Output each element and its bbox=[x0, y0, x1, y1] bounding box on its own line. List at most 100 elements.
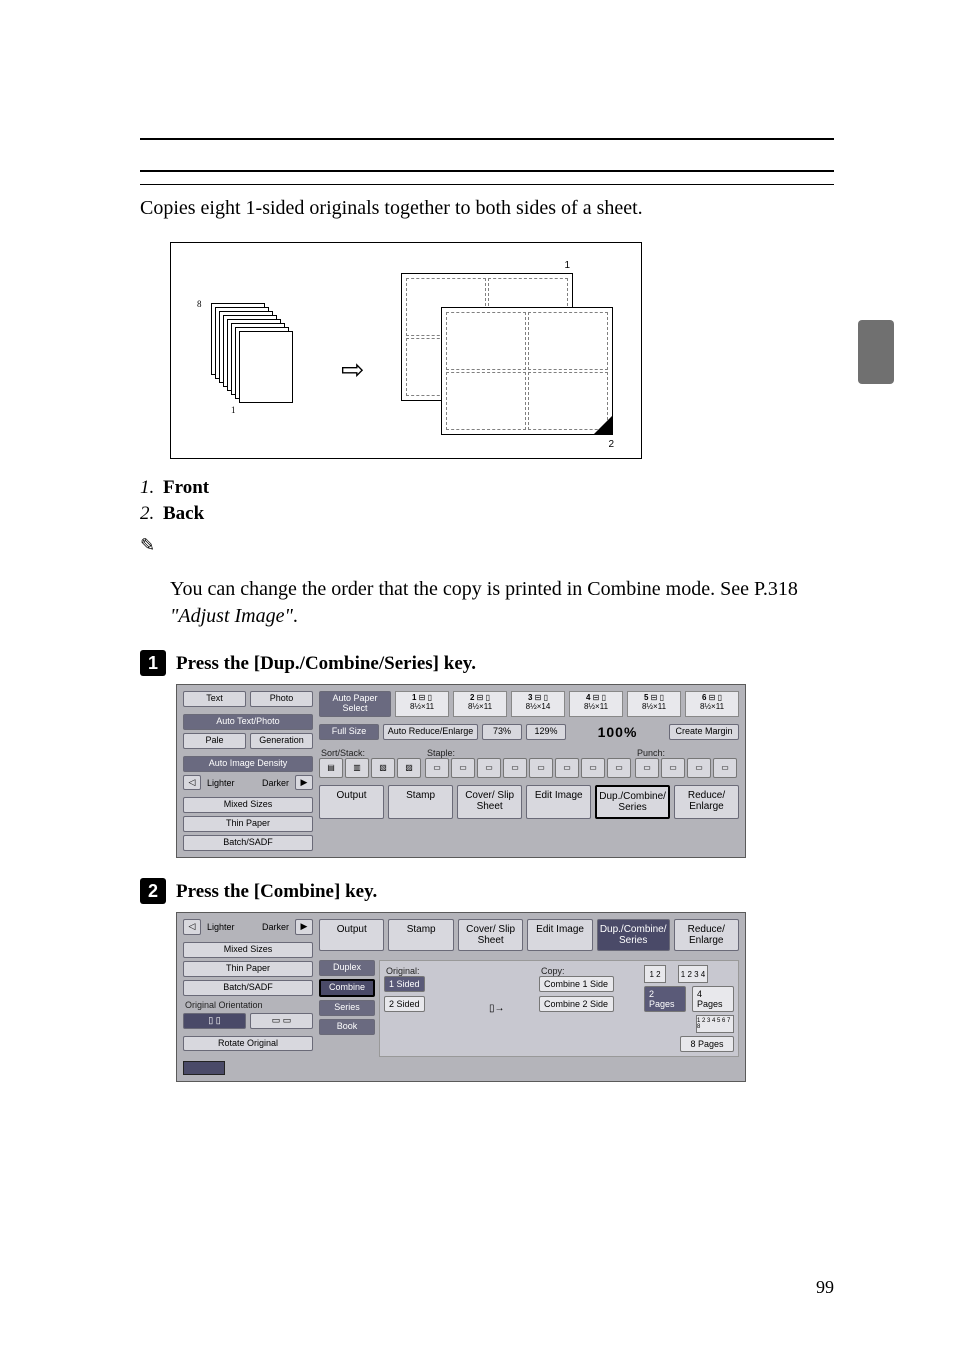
ss1-staple-1[interactable]: ▭ bbox=[425, 758, 449, 778]
step-1: 1 Press the [Dup./Combine/Series] key. bbox=[140, 650, 834, 676]
legend-list: 1. Front 2. Back bbox=[140, 477, 834, 525]
ss1-pct-73[interactable]: 73% bbox=[482, 724, 522, 740]
diagram-callout-back: 2 bbox=[608, 439, 614, 450]
ss1-punch-2[interactable]: ▭ bbox=[661, 758, 685, 778]
ss2-orient-2[interactable]: ▭ ▭ bbox=[250, 1013, 313, 1029]
ss2-tb-dup-combine-series[interactable]: Dup./Combine/ Series bbox=[597, 919, 670, 951]
ss2-pages-2[interactable]: 2 Pages bbox=[644, 986, 686, 1012]
note-text: You can change the order that the copy i… bbox=[170, 576, 834, 630]
ss1-auto-paper-select[interactable]: Auto Paper Select bbox=[319, 691, 391, 717]
ss1-tray-5[interactable]: 5 ⊟ ▯8½×11 bbox=[627, 691, 681, 717]
ss1-sort-2[interactable]: ▥ bbox=[345, 758, 369, 778]
ss1-staple-5[interactable]: ▭ bbox=[529, 758, 553, 778]
ss1-staple-8[interactable]: ▭ bbox=[607, 758, 631, 778]
ss1-auto-textphoto[interactable]: Auto Text/Photo bbox=[183, 714, 313, 730]
ss1-batch-sadf[interactable]: Batch/SADF bbox=[183, 835, 313, 851]
ss1-punch-1[interactable]: ▭ bbox=[635, 758, 659, 778]
ss2-mini-1234: 1 2 3 4 bbox=[678, 965, 708, 983]
ss1-sort-4[interactable]: ▨ bbox=[397, 758, 421, 778]
combine-diagram: 8 1 ⇨ 1 2 bbox=[170, 242, 642, 459]
ss1-tb-cover[interactable]: Cover/ Slip Sheet bbox=[457, 785, 522, 819]
ss1-staple-2[interactable]: ▭ bbox=[451, 758, 475, 778]
ss1-punch-label: Punch: bbox=[637, 748, 735, 758]
ss1-sort-1[interactable]: ▤ bbox=[319, 758, 343, 778]
ss2-mixed-sizes[interactable]: Mixed Sizes bbox=[183, 942, 313, 958]
ss1-tray-3[interactable]: 3 ⊟ ▯8½×14 bbox=[511, 691, 565, 717]
ss1-generation[interactable]: Generation bbox=[250, 733, 313, 749]
ss1-auto-reduce-enlarge[interactable]: Auto Reduce/Enlarge bbox=[383, 724, 478, 740]
ss1-tb-stamp[interactable]: Stamp bbox=[388, 785, 453, 819]
ss2-darker-arrow[interactable]: ▶ bbox=[295, 919, 313, 935]
ss1-pale[interactable]: Pale bbox=[183, 733, 246, 749]
ss1-tb-reduce-enlarge[interactable]: Reduce/ Enlarge bbox=[674, 785, 739, 819]
ss2-tab-combine[interactable]: Combine bbox=[319, 979, 375, 997]
heading-rule-mid bbox=[140, 170, 834, 172]
ss1-lighter-arrow[interactable]: ◁ bbox=[183, 775, 201, 791]
step-badge-2: 2 bbox=[140, 878, 166, 904]
ss2-tab-series[interactable]: Series bbox=[319, 1000, 375, 1016]
ss1-pct-129[interactable]: 129% bbox=[526, 724, 566, 740]
ss1-tray-4[interactable]: 4 ⊟ ▯8½×11 bbox=[569, 691, 623, 717]
ss1-tray-2[interactable]: 2 ⊟ ▯8½×11 bbox=[453, 691, 507, 717]
ss1-sort-3[interactable]: ▧ bbox=[371, 758, 395, 778]
ss2-lighter-arrow[interactable]: ◁ bbox=[183, 919, 201, 935]
ss2-mini-12: 1 2 bbox=[644, 965, 666, 983]
ss2-orient-1[interactable]: ▯ ▯ bbox=[183, 1013, 246, 1029]
ss1-auto-density[interactable]: Auto Image Density bbox=[183, 756, 313, 772]
ss2-orig-2sided[interactable]: 2 Sided bbox=[384, 996, 425, 1012]
heading-rule-top bbox=[140, 138, 834, 140]
ss2-copy-combine1[interactable]: Combine 1 Side bbox=[539, 976, 614, 992]
page-number: 99 bbox=[816, 1277, 834, 1298]
intro-text: Copies eight 1-sided originals together … bbox=[140, 195, 834, 222]
ss2-pages-8[interactable]: 8 Pages bbox=[680, 1036, 734, 1052]
ss1-staple-label: Staple: bbox=[427, 748, 629, 758]
ss1-pct-100: 100% bbox=[570, 724, 665, 740]
ss1-tb-output[interactable]: Output bbox=[319, 785, 384, 819]
ss2-tab-duplex[interactable]: Duplex bbox=[319, 960, 375, 976]
ss1-sort-label: Sort/Stack: bbox=[321, 748, 419, 758]
stack-label-bottom: 1 bbox=[231, 405, 236, 415]
ss2-copy-combine2[interactable]: Combine 2 Side bbox=[539, 996, 614, 1012]
ss1-full-size[interactable]: Full Size bbox=[319, 724, 379, 740]
ss2-tb-reduce-enlarge[interactable]: Reduce/ Enlarge bbox=[674, 919, 739, 951]
ss1-staple-3[interactable]: ▭ bbox=[477, 758, 501, 778]
ss2-rotate-original[interactable]: Rotate Original bbox=[183, 1036, 313, 1052]
ss1-tb-dup-combine-series[interactable]: Dup./Combine/ Series bbox=[595, 785, 670, 819]
ss1-punch-4[interactable]: ▭ bbox=[713, 758, 737, 778]
ss1-punch-3[interactable]: ▭ bbox=[687, 758, 711, 778]
heading-rule-bottom bbox=[140, 184, 834, 185]
ss2-tb-cover[interactable]: Cover/ Slip Sheet bbox=[458, 919, 523, 951]
ss2-mini-8: 1 2 3 4 5 6 7 8 bbox=[696, 1015, 734, 1033]
ss2-bottom-tab[interactable] bbox=[183, 1061, 225, 1075]
ss2-pages-4[interactable]: 4 Pages bbox=[692, 986, 734, 1012]
ss2-original-label: Original: bbox=[386, 966, 457, 976]
ss1-create-margin[interactable]: Create Margin bbox=[669, 724, 739, 740]
ss2-tab-book[interactable]: Book bbox=[319, 1019, 375, 1035]
ss1-staple-4[interactable]: ▭ bbox=[503, 758, 527, 778]
stack-label-top: 8 bbox=[197, 299, 202, 309]
ss1-tray-1[interactable]: 1 ⊟ ▯8½×11 bbox=[395, 691, 449, 717]
ss2-tb-edit[interactable]: Edit Image bbox=[527, 919, 592, 951]
ss2-tb-stamp[interactable]: Stamp bbox=[388, 919, 453, 951]
ss1-tab-photo[interactable]: Photo bbox=[250, 691, 313, 707]
ss1-tray-6[interactable]: 6 ⊟ ▯8½×11 bbox=[685, 691, 739, 717]
ss1-staple-7[interactable]: ▭ bbox=[581, 758, 605, 778]
ss1-mixed-sizes[interactable]: Mixed Sizes bbox=[183, 797, 313, 813]
ss1-darker-label: Darker bbox=[250, 778, 291, 788]
ss1-tab-text[interactable]: Text bbox=[183, 691, 246, 707]
note-icon: ✎ bbox=[140, 535, 834, 556]
screenshot-1: Text Photo Auto Text/Photo Pale Generati… bbox=[176, 684, 746, 858]
ss1-thin-paper[interactable]: Thin Paper bbox=[183, 816, 313, 832]
arrow-icon: ⇨ bbox=[341, 353, 364, 387]
legend-item-back: 2. Back bbox=[140, 503, 834, 525]
ss1-staple-6[interactable]: ▭ bbox=[555, 758, 579, 778]
ss2-tb-output[interactable]: Output bbox=[319, 919, 384, 951]
screenshot-2: ◁ Lighter Darker ▶ Mixed Sizes Thin Pape… bbox=[176, 912, 746, 1082]
step-2: 2 Press the [Combine] key. bbox=[140, 878, 834, 904]
ss1-darker-arrow[interactable]: ▶ bbox=[295, 775, 313, 791]
ss2-orig-1sided[interactable]: 1 Sided bbox=[384, 976, 425, 992]
legend-item-front: 1. Front bbox=[140, 477, 834, 499]
ss2-batch-sadf[interactable]: Batch/SADF bbox=[183, 980, 313, 996]
ss2-thin-paper[interactable]: Thin Paper bbox=[183, 961, 313, 977]
ss1-tb-edit[interactable]: Edit Image bbox=[526, 785, 591, 819]
